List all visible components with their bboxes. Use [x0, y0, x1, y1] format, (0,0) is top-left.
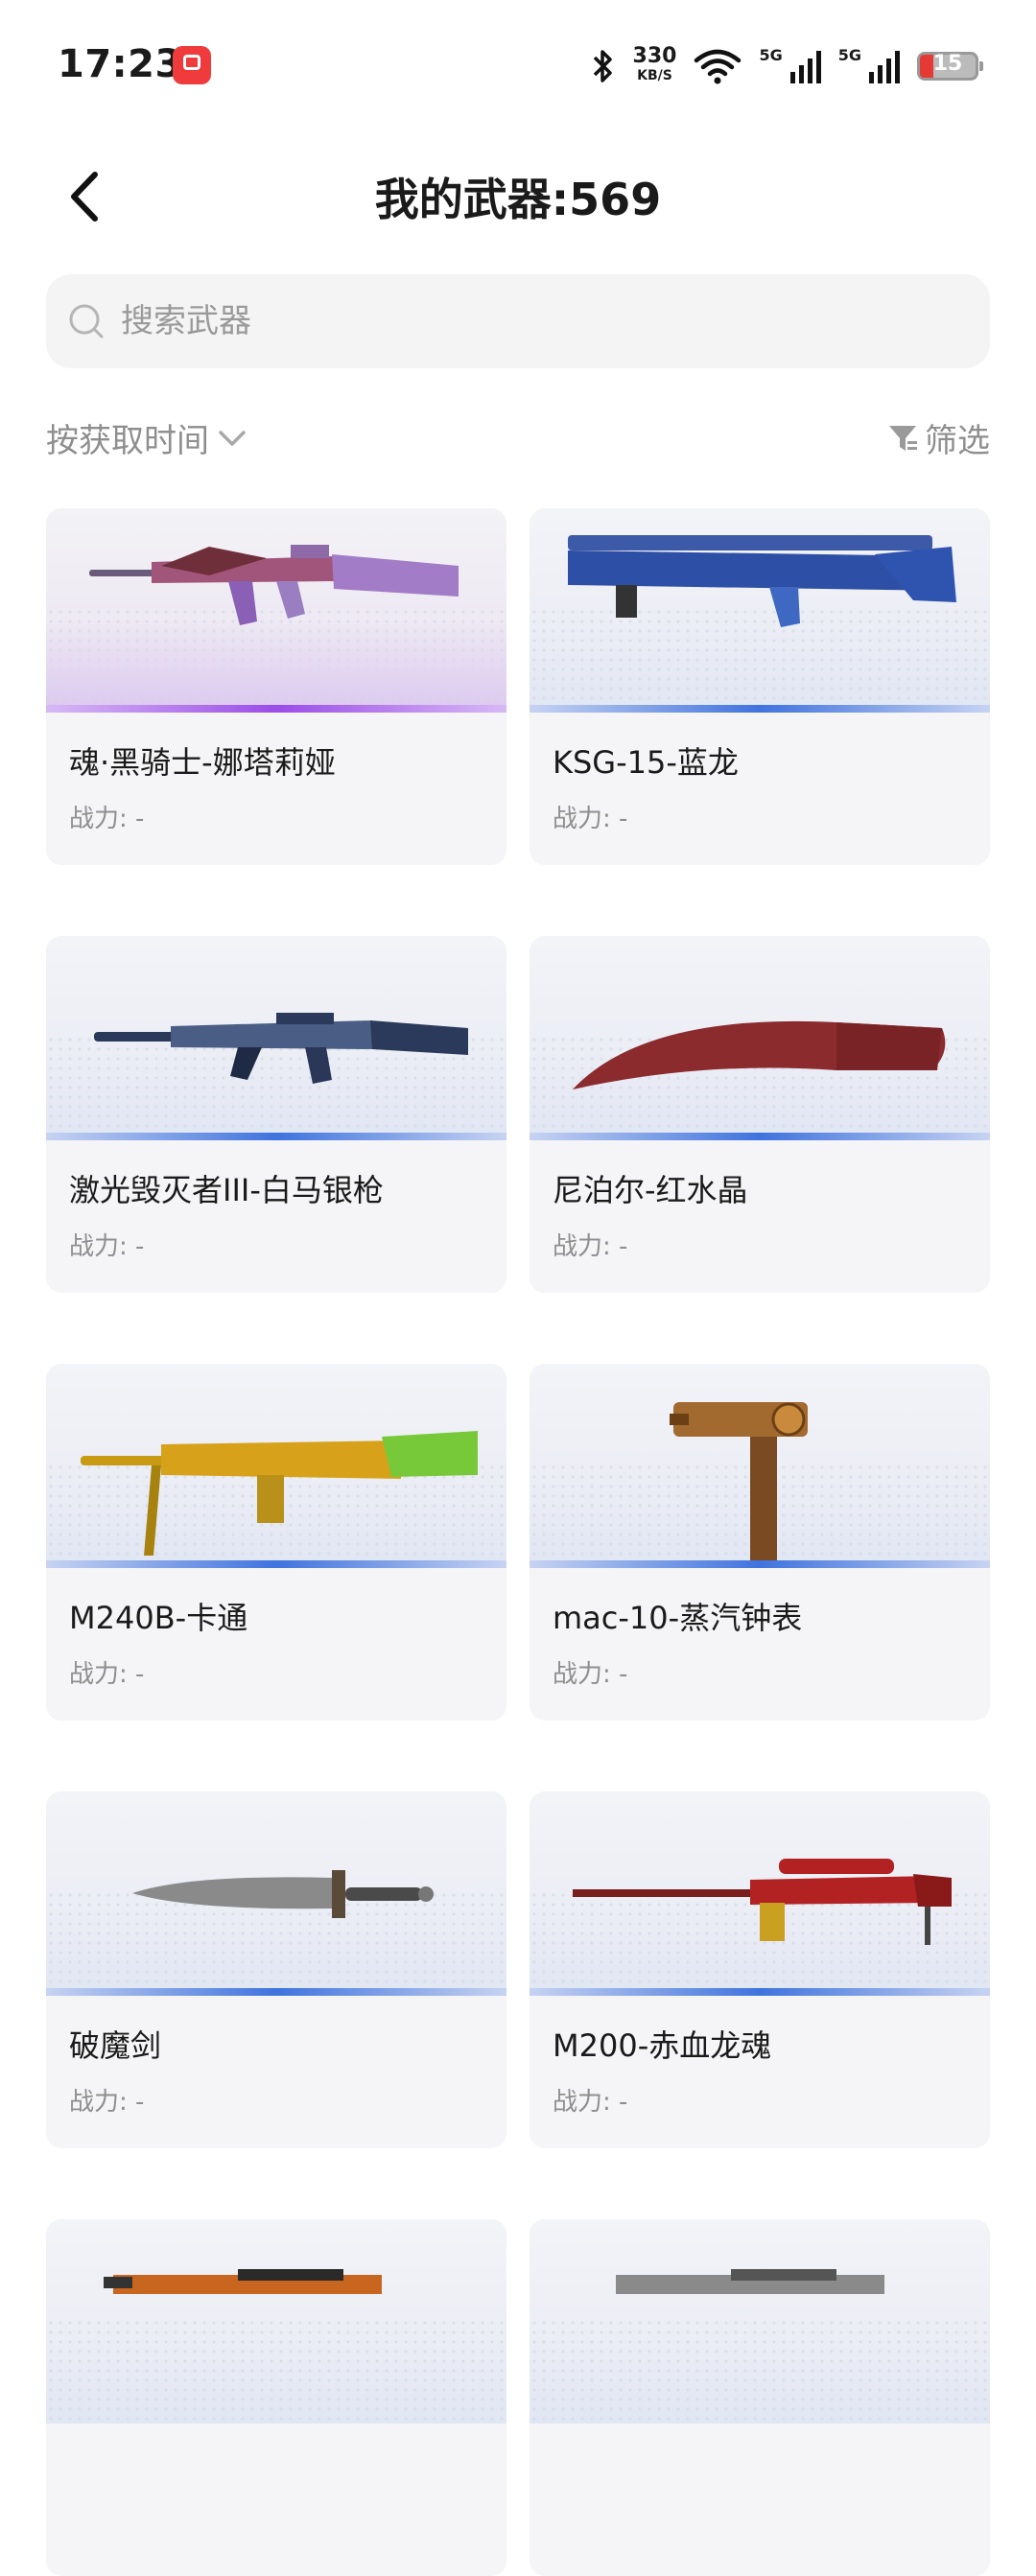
- weapon-power: 战力: -: [69, 1660, 145, 1689]
- search-input[interactable]: [119, 301, 890, 341]
- weapon-power: 战力: -: [553, 2088, 628, 2117]
- weapon-name: M200-赤血龙魂: [553, 2027, 772, 2064]
- rifle-image-icon: [94, 1013, 468, 1084]
- rarity-bar: [530, 1560, 990, 1568]
- filter-button[interactable]: 筛选: [886, 414, 990, 461]
- rarity-bar: [46, 1988, 506, 1996]
- filter-icon: [889, 425, 917, 451]
- status-bar: 17:23 330 KB/S 5G 5G 15: [0, 0, 1036, 134]
- sort-filter-row: 按获取时间 筛选: [46, 414, 990, 472]
- weapon-power: 战力: -: [553, 1660, 628, 1689]
- weapon-image: [46, 508, 506, 713]
- wifi-icon: [695, 49, 742, 84]
- page-title: 我的武器:569: [374, 174, 662, 225]
- signal2-label: 5G: [837, 46, 861, 64]
- status-indicators: 330 KB/S 5G 5G 15: [591, 42, 983, 90]
- weapon-power: 战力: -: [69, 805, 145, 833]
- sword-image-icon: [132, 1870, 434, 1918]
- net-speed: 330 KB/S: [632, 44, 677, 85]
- knife-image-icon: [573, 1020, 946, 1089]
- net-speed-value: 330: [632, 44, 677, 68]
- weapon-image: [46, 936, 506, 1140]
- sort-dropdown[interactable]: 按获取时间: [46, 414, 249, 461]
- sort-label: 按获取时间: [46, 422, 209, 460]
- weapon-image: [46, 1364, 506, 1568]
- signal2-icon: [869, 51, 900, 83]
- rifle-image-icon: [616, 2269, 884, 2294]
- weapon-power: 战力: -: [69, 2088, 145, 2117]
- signal1-icon: [789, 51, 821, 83]
- weapon-card[interactable]: mac-10-蒸汽钟表 战力: -: [530, 1364, 990, 1721]
- rifle-image-icon: [104, 2269, 382, 2294]
- net-speed-unit: KB/S: [637, 68, 672, 83]
- status-time: 17:23: [58, 42, 182, 86]
- bluetooth-icon: [593, 50, 612, 82]
- weapon-card[interactable]: KSG-15-蓝龙 战力: -: [530, 508, 990, 865]
- weapon-name: 魂·黑骑士-娜塔莉娅: [69, 744, 336, 781]
- chevron-down-icon: [219, 430, 246, 446]
- rarity-bar: [46, 1133, 506, 1140]
- weapon-power: 战力: -: [553, 805, 628, 833]
- weapon-image: [530, 936, 990, 1140]
- search-icon: [69, 304, 104, 339]
- weapon-card[interactable]: M240B-卡通 战力: -: [46, 1364, 506, 1721]
- machine-gun-image-icon: [81, 1431, 478, 1556]
- rarity-bar: [530, 1988, 990, 1996]
- weapon-image: [46, 1791, 506, 1996]
- weapon-power: 战力: -: [69, 1232, 145, 1261]
- weapon-card[interactable]: [46, 2219, 506, 2576]
- filter-label: 筛选: [925, 422, 990, 460]
- weapon-image: [530, 508, 990, 713]
- rarity-bar: [46, 1560, 506, 1568]
- weapon-name: 激光毁灭者III-白马银枪: [69, 1172, 384, 1208]
- rarity-bar: [530, 1133, 990, 1140]
- smg-image-icon: [670, 1402, 808, 1561]
- weapon-card[interactable]: 尼泊尔-红水晶 战力: -: [530, 936, 990, 1293]
- sniper-image-icon: [573, 1859, 952, 1945]
- rifle-image-icon: [89, 545, 459, 625]
- battery-icon: 15: [917, 52, 983, 81]
- weapon-name: 尼泊尔-红水晶: [553, 1172, 748, 1208]
- rarity-bar: [46, 705, 506, 713]
- search-bar[interactable]: [46, 274, 990, 368]
- weapon-power: 战力: -: [553, 1232, 628, 1261]
- weapon-card[interactable]: M200-赤血龙魂 战力: -: [530, 1791, 990, 2148]
- weapon-image: [530, 2219, 990, 2424]
- weapon-card[interactable]: 魂·黑骑士-娜塔莉娅 战力: -: [46, 508, 506, 865]
- weapon-card[interactable]: 激光毁灭者III-白马银枪 战力: -: [46, 936, 506, 1293]
- weapon-name: M240B-卡通: [69, 1600, 248, 1636]
- header: 我的武器:569: [0, 153, 1036, 240]
- weapon-image: [530, 1791, 990, 1996]
- weapon-card[interactable]: [530, 2219, 990, 2576]
- weapon-name: 破魔剑: [69, 2027, 162, 2064]
- shotgun-image-icon: [568, 535, 956, 627]
- battery-level: 15: [932, 52, 963, 76]
- signal1-label: 5G: [759, 46, 783, 64]
- weapon-image: [530, 1364, 990, 1568]
- weapon-name: KSG-15-蓝龙: [553, 744, 739, 781]
- weapon-name: mac-10-蒸汽钟表: [553, 1600, 803, 1636]
- weapon-image: [46, 2219, 506, 2424]
- app-notification-icon: [173, 46, 211, 84]
- weapon-card[interactable]: 破魔剑 战力: -: [46, 1791, 506, 2148]
- rarity-bar: [530, 705, 990, 713]
